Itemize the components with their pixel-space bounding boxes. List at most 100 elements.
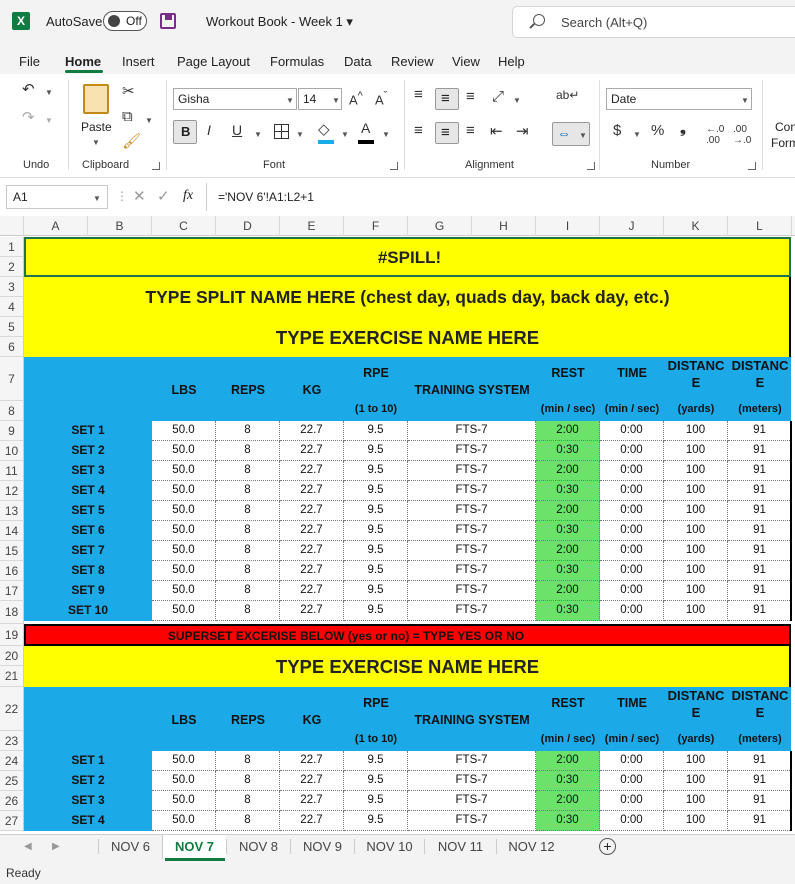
sheet-tab[interactable]: NOV 11 bbox=[424, 839, 496, 854]
table-cell[interactable]: 91 bbox=[728, 441, 792, 461]
chevron-down-icon[interactable]: ▼ bbox=[145, 116, 153, 125]
table-cell[interactable]: 2:00 bbox=[536, 461, 600, 481]
exercise-title[interactable]: TYPE EXERCISE NAME HERE bbox=[24, 327, 791, 349]
tab-insert[interactable]: Insert bbox=[122, 54, 155, 69]
align-middle-button[interactable]: ≡ bbox=[435, 88, 459, 110]
table-cell[interactable]: FTS-7 bbox=[408, 771, 536, 791]
table-cell[interactable]: 91 bbox=[728, 771, 792, 791]
table-cell[interactable]: FTS-7 bbox=[408, 561, 536, 581]
borders-icon[interactable] bbox=[274, 124, 289, 139]
decrease-indent-icon[interactable]: ⇤ bbox=[490, 122, 503, 140]
table-cell[interactable]: 9.5 bbox=[344, 561, 408, 581]
table-cell[interactable]: 91 bbox=[728, 791, 792, 811]
row-header[interactable]: 21 bbox=[0, 666, 24, 687]
table-cell[interactable]: 0:00 bbox=[600, 811, 664, 831]
table-cell[interactable]: 22.7 bbox=[280, 751, 344, 771]
table-cell[interactable]: 100 bbox=[664, 581, 728, 601]
tab-formulas[interactable]: Formulas bbox=[270, 54, 324, 69]
row-header[interactable]: 23 bbox=[0, 731, 24, 751]
table-cell[interactable]: FTS-7 bbox=[408, 811, 536, 831]
paste-icon[interactable] bbox=[83, 84, 109, 114]
worksheet-grid[interactable]: ABCDEFGHIJKL 1 2 3 4 5 6 7 8 9 10 11 12 13 14 15 16 17 18… bbox=[0, 216, 795, 834]
font-name-dropdown[interactable]: Gisha bbox=[173, 88, 297, 110]
row-header[interactable]: 11 bbox=[0, 461, 24, 481]
align-bottom-icon[interactable]: ≡ bbox=[466, 88, 475, 105]
dialog-launcher-icon[interactable] bbox=[748, 162, 756, 170]
table-cell[interactable]: 9.5 bbox=[344, 751, 408, 771]
wrap-text-icon[interactable]: ab↵ bbox=[556, 88, 579, 102]
table-cell[interactable]: 91 bbox=[728, 461, 792, 481]
table-cell[interactable]: 91 bbox=[728, 561, 792, 581]
table-cell[interactable]: 91 bbox=[728, 481, 792, 501]
chevron-down-icon[interactable]: ▼ bbox=[254, 130, 262, 139]
table-cell[interactable]: 8 bbox=[216, 501, 280, 521]
sheet-tab[interactable]: NOV 10 bbox=[354, 839, 424, 854]
row-header[interactable]: 15 bbox=[0, 541, 24, 561]
table-cell[interactable]: 100 bbox=[664, 481, 728, 501]
split-title[interactable]: TYPE SPLIT NAME HERE (chest day, quads d… bbox=[24, 287, 791, 308]
table-cell[interactable]: 22.7 bbox=[280, 521, 344, 541]
tab-home[interactable]: Home bbox=[65, 54, 101, 69]
chevron-down-icon[interactable]: ▼ bbox=[296, 130, 304, 139]
row-header[interactable]: 16 bbox=[0, 561, 24, 581]
table-cell[interactable]: 50.0 bbox=[152, 501, 216, 521]
table-cell[interactable]: 91 bbox=[728, 811, 792, 831]
autosave-toggle[interactable]: Off bbox=[103, 11, 147, 31]
row-header[interactable]: 19 bbox=[0, 624, 24, 646]
table-cell[interactable]: 100 bbox=[664, 811, 728, 831]
table-cell[interactable]: FTS-7 bbox=[408, 541, 536, 561]
table-cell[interactable]: 50.0 bbox=[152, 811, 216, 831]
table-cell[interactable]: FTS-7 bbox=[408, 421, 536, 441]
insert-function-button[interactable]: fx bbox=[183, 188, 193, 204]
increase-indent-icon[interactable]: ⇥ bbox=[516, 122, 529, 140]
format-painter-icon[interactable]: 🖌 bbox=[122, 132, 141, 150]
scroll-left-icon[interactable]: ◀ bbox=[24, 841, 32, 852]
table-cell[interactable]: 91 bbox=[728, 421, 792, 441]
row-header[interactable]: 6 bbox=[0, 337, 24, 357]
table-cell[interactable]: 8 bbox=[216, 811, 280, 831]
table-cell[interactable]: 0:00 bbox=[600, 541, 664, 561]
sheet-tab[interactable]: NOV 8 bbox=[226, 839, 290, 854]
table-cell[interactable]: 100 bbox=[664, 501, 728, 521]
table-cell[interactable]: 8 bbox=[216, 521, 280, 541]
merge-center-button[interactable]: ⇔ ▼ bbox=[552, 122, 590, 146]
row-header[interactable]: 18 bbox=[0, 601, 24, 624]
table-cell[interactable]: 0:00 bbox=[600, 771, 664, 791]
table-cell[interactable]: 22.7 bbox=[280, 791, 344, 811]
chevron-down-icon[interactable]: ▼ bbox=[341, 130, 349, 139]
table-cell[interactable]: 0:00 bbox=[600, 501, 664, 521]
tab-page-layout[interactable]: Page Layout bbox=[177, 54, 250, 69]
decrease-decimal-icon[interactable]: .00 →.0 bbox=[733, 124, 751, 146]
table-cell[interactable]: 9.5 bbox=[344, 521, 408, 541]
table-cell[interactable]: 9.5 bbox=[344, 771, 408, 791]
table-cell[interactable]: FTS-7 bbox=[408, 441, 536, 461]
spill-cell[interactable]: #SPILL! bbox=[24, 237, 791, 277]
table-cell[interactable]: 8 bbox=[216, 421, 280, 441]
sheet-tab[interactable]: NOV 9 bbox=[290, 839, 354, 854]
save-icon[interactable] bbox=[160, 13, 176, 29]
row-header[interactable]: 14 bbox=[0, 521, 24, 541]
table-cell[interactable]: 22.7 bbox=[280, 581, 344, 601]
sheet-tab[interactable]: NOV 7 bbox=[162, 835, 226, 859]
table-cell[interactable]: 22.7 bbox=[280, 541, 344, 561]
table-cell[interactable]: 2:00 bbox=[536, 421, 600, 441]
table-cell[interactable]: FTS-7 bbox=[408, 581, 536, 601]
table-cell[interactable]: 100 bbox=[664, 791, 728, 811]
comma-style-button[interactable]: ❟ bbox=[680, 120, 686, 137]
table-cell[interactable]: FTS-7 bbox=[408, 791, 536, 811]
row-header[interactable]: 17 bbox=[0, 581, 24, 601]
table-cell[interactable]: 22.7 bbox=[280, 771, 344, 791]
row-header[interactable]: 3 bbox=[0, 277, 24, 297]
chevron-down-icon[interactable]: ▼ bbox=[92, 138, 100, 147]
table-cell[interactable]: 9.5 bbox=[344, 501, 408, 521]
row-header[interactable]: 27 bbox=[0, 811, 24, 831]
row-header[interactable]: 7 bbox=[0, 357, 24, 401]
table-cell[interactable]: 50.0 bbox=[152, 561, 216, 581]
table-cell[interactable]: 9.5 bbox=[344, 581, 408, 601]
table-cell[interactable]: 0:30 bbox=[536, 601, 600, 621]
row-header[interactable]: 12 bbox=[0, 481, 24, 501]
table-cell[interactable]: 9.5 bbox=[344, 441, 408, 461]
format-as-table-button[interactable]: Form bbox=[771, 136, 795, 150]
table-cell[interactable]: 50.0 bbox=[152, 481, 216, 501]
column-header-k[interactable]: K bbox=[664, 216, 728, 236]
